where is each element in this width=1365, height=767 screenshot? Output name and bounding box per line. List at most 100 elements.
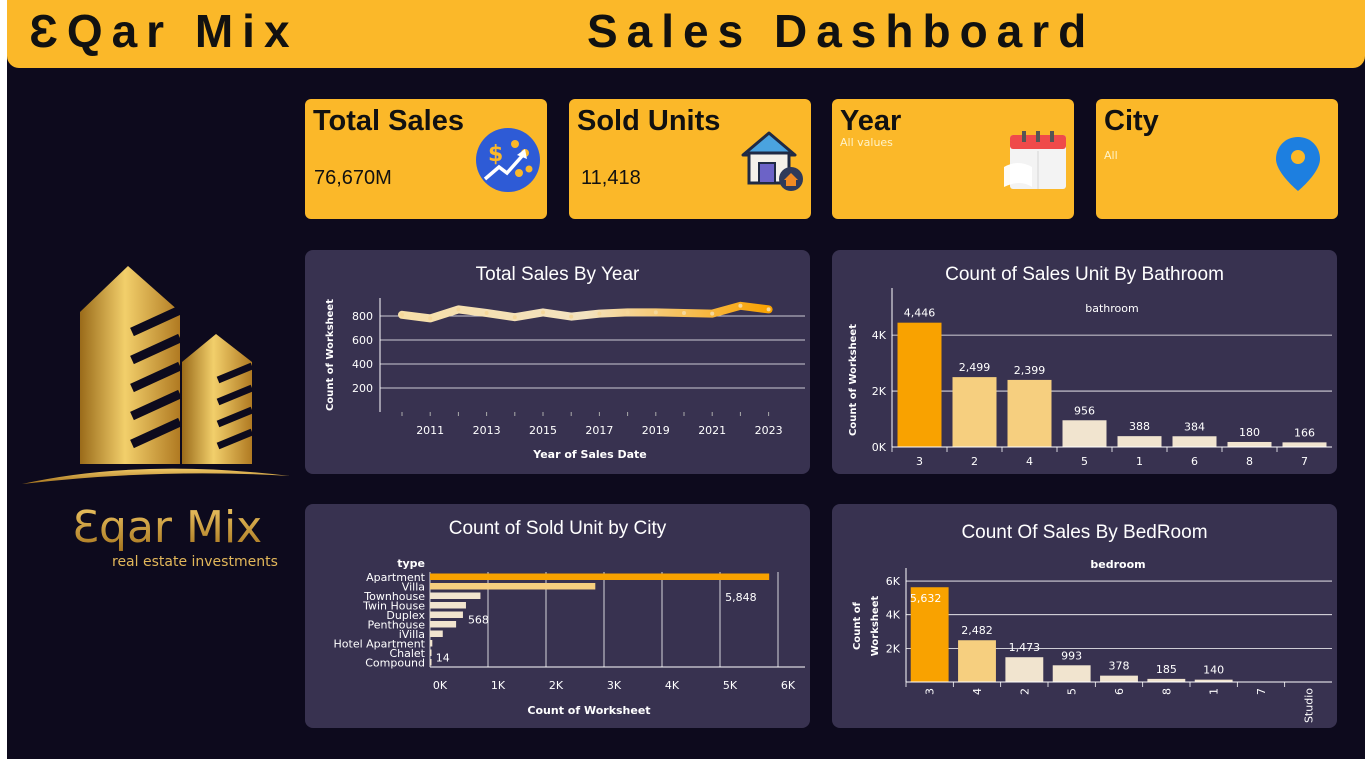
sales-by-year-panel: Total Sales By Year 200 400 600 800 2011 2013… [305, 250, 810, 474]
y-tick-label: 800 [352, 310, 373, 323]
y-tick-label: 2K [886, 642, 901, 655]
y-tick-label: 4K [872, 329, 887, 342]
x-axis-label: Count of Worksheet [527, 704, 650, 717]
legend-title: bathroom [1085, 302, 1138, 315]
company-logo: Ɛqar Mix real estate investments [22, 266, 290, 570]
x-tick-label: 6 [1191, 455, 1198, 468]
y-tick-label: 600 [352, 334, 373, 347]
x-tick-label: 2019 [642, 424, 670, 437]
y-tick-label: 2K [872, 385, 887, 398]
data-point [597, 311, 602, 316]
header-bar: ƐQar Mix Sales Dashboard [7, 0, 1365, 68]
total-sales-card: Total Sales 76,670M $ [305, 99, 547, 219]
x-tick-label: 1 [1136, 455, 1143, 468]
x-tick-label: 1K [491, 679, 506, 692]
bar [1007, 379, 1052, 447]
bar [430, 602, 466, 609]
bar [430, 621, 457, 628]
data-point [456, 307, 461, 312]
city-panel: Count of Sold Unit by City type 0K 1K 2K 3K 4… [305, 504, 810, 728]
bar-value-label: 4,446 [904, 307, 936, 320]
sold-units-value: 11,418 [581, 167, 641, 189]
x-tick-label: 2017 [585, 424, 613, 437]
series-line [398, 301, 773, 323]
x-tick-label: 6 [1113, 688, 1126, 695]
logo-wordmark: Ɛqar Mix [72, 502, 262, 553]
bar [430, 583, 596, 590]
dollar-growth-icon: $ [476, 128, 540, 192]
bar [430, 659, 432, 666]
x-tick-label: 4 [1026, 455, 1033, 468]
data-point [682, 311, 686, 315]
bar [1052, 665, 1091, 682]
city-filter-card[interactable]: City All [1096, 99, 1338, 219]
data-point [625, 310, 630, 315]
svg-text:$: $ [488, 142, 503, 167]
x-tick-label: 3K [607, 679, 622, 692]
bar [897, 322, 942, 447]
x-tick-label: 6K [781, 679, 796, 692]
x-tick-label: 7 [1255, 688, 1268, 695]
calendar-icon [1004, 131, 1066, 189]
bar-value-label: 166 [1294, 426, 1315, 439]
x-tick-label: 3 [924, 688, 937, 695]
city-chart: type0K 1K 2K 3K 4K 5K 6KApartment5,848VillaTow… [334, 557, 805, 717]
x-tick-label: 8 [1246, 455, 1253, 468]
x-tick-label: 2021 [698, 424, 726, 437]
sales-by-year-chart: 200 400 600 800 2011 2013 2015 2017 2019 2021 2023… [325, 298, 805, 461]
bar [1100, 675, 1138, 682]
year-filter-title: Year [840, 105, 902, 137]
x-tick-label: 4K [665, 679, 680, 692]
location-pin-icon [1276, 137, 1320, 191]
year-filter-card[interactable]: Year All values [832, 99, 1074, 219]
x-tick-label: 7 [1301, 455, 1308, 468]
bar-value-label: 185 [1156, 663, 1177, 676]
y-tick-label: 6K [886, 575, 901, 588]
bar-value-label: 378 [1109, 660, 1130, 673]
bar [430, 573, 770, 580]
brand-name: ƐQar Mix [29, 5, 299, 57]
bar-value-label: 388 [1129, 420, 1150, 433]
x-tick-label: 5 [1066, 688, 1079, 695]
data-point [653, 310, 658, 315]
category-label: Compound [365, 657, 425, 670]
y-tick-label: 0K [872, 441, 887, 454]
city-filter-title: City [1104, 105, 1159, 137]
data-point [484, 311, 489, 315]
bar [958, 640, 996, 682]
bar-value-label: 180 [1239, 426, 1260, 439]
y-axis-label: Count of Worksheet [325, 299, 336, 411]
data-point [428, 316, 433, 321]
bathroom-chart: bathroom 0K 2K 4K 4,446 3 2,499 2 2,399 4 956 5 388 1… [848, 288, 1332, 468]
bedroom-chart: bedroom 2K 4K 6K 5,632 3 2,482 4 1,473 2 993 5 378 6 1… [852, 558, 1332, 723]
x-tick-label: 8 [1160, 688, 1173, 695]
category-header: type [397, 557, 425, 570]
bar-value-label: 384 [1184, 420, 1205, 433]
x-tick-label: 2023 [755, 424, 783, 437]
year-filter-value[interactable]: All values [840, 136, 893, 149]
bar-value-label: 140 [1203, 664, 1224, 677]
bar [430, 611, 463, 618]
y-axis-label: Count of Worksheet [848, 324, 859, 436]
bar [1227, 441, 1272, 447]
city-filter-value[interactable]: All [1104, 149, 1118, 162]
bar [952, 377, 997, 447]
bar-value-label: 993 [1061, 649, 1082, 662]
bar-value-label: 5,632 [910, 592, 942, 605]
data-point [400, 312, 404, 317]
y-tick-label: 4K [886, 609, 901, 622]
bar [1117, 436, 1162, 447]
x-tick-label: 5K [723, 679, 738, 692]
x-tick-label: 4 [971, 688, 984, 695]
data-point [512, 315, 517, 320]
dashboard-title: Sales Dashboard [587, 5, 1096, 57]
bar [430, 649, 432, 656]
bar [430, 630, 443, 637]
x-tick-label: 2 [971, 455, 978, 468]
x-axis-label: Year of Sales Date [532, 448, 647, 461]
bar-value-label: 2,399 [1014, 364, 1046, 377]
x-tick-label: 0K [433, 679, 448, 692]
data-point [710, 311, 715, 316]
bar [1282, 442, 1327, 447]
x-tick-label: Studio [1302, 688, 1315, 723]
